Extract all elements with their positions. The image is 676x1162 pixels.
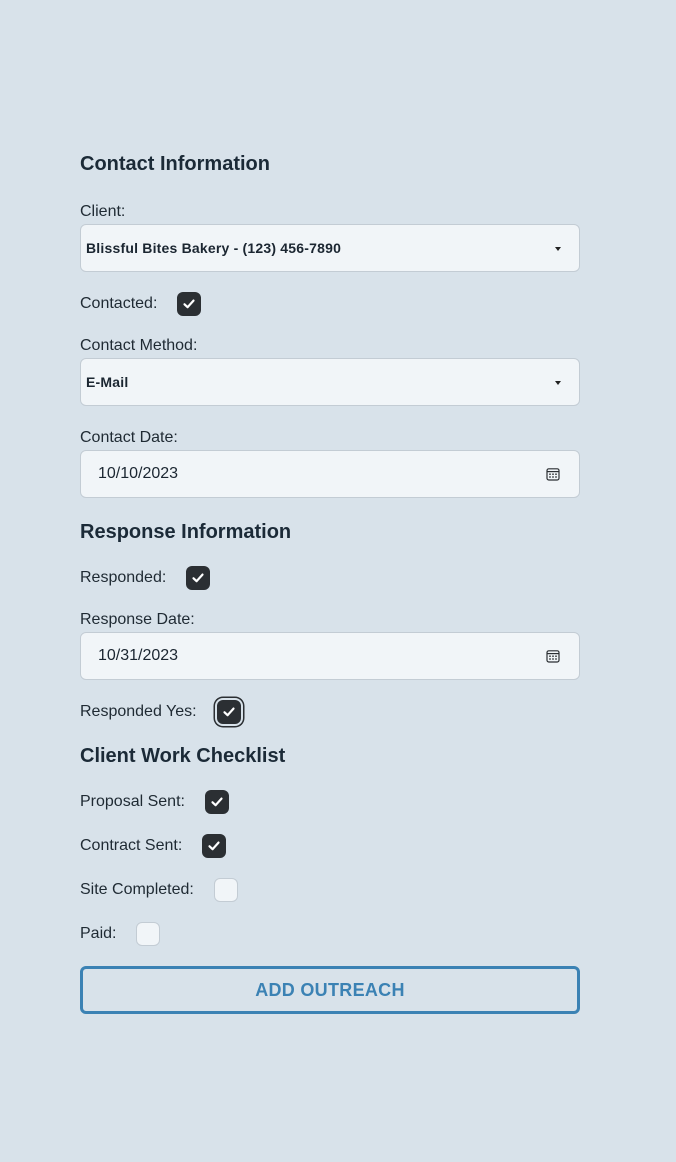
paid-row: Paid: (80, 922, 580, 946)
checklist-section-title: Client Work Checklist (80, 745, 286, 767)
responded-label: Responded: (80, 569, 167, 586)
client-select[interactable]: Blissful Bites Bakery - (123) 456-7890 (80, 224, 580, 272)
client-label: Client: (80, 203, 126, 220)
responded-yes-label: Responded Yes: (80, 703, 197, 720)
checkmark-icon (183, 299, 195, 309)
response-date-label: Response Date: (80, 611, 195, 628)
response-date-input[interactable]: 10/31/2023 (80, 632, 580, 680)
contract-sent-label: Contract Sent: (80, 837, 183, 854)
contacted-checkbox[interactable] (177, 292, 202, 316)
add-outreach-button[interactable]: ADD OUTREACH (80, 966, 580, 1014)
contract-sent-row: Contract Sent: (80, 834, 580, 858)
checkmark-icon (222, 707, 235, 717)
contract-sent-checkbox[interactable] (202, 834, 227, 858)
responded-row: Responded: (80, 566, 580, 590)
response-section-title: Response Information (80, 521, 292, 543)
checkmark-icon (192, 573, 204, 583)
response-date-value: 10/31/2023 (98, 647, 179, 664)
contacted-label: Contacted: (80, 295, 158, 312)
checkmark-icon (208, 841, 220, 851)
contact-method-select[interactable]: E-Mail (80, 358, 580, 406)
contact-date-input[interactable]: 10/10/2023 (80, 450, 580, 498)
responded-yes-checkbox[interactable] (216, 700, 241, 724)
client-select-value: Blissful Bites Bakery - (123) 456-7890 (86, 240, 342, 256)
chevron-down-icon (555, 247, 561, 251)
site-completed-row: Site Completed: (80, 878, 580, 902)
calendar-icon[interactable] (546, 467, 560, 481)
checkmark-icon (211, 797, 223, 807)
calendar-icon[interactable] (546, 649, 560, 663)
outreach-form: Contact Information Client: Blissful Bit… (80, 150, 580, 1014)
contacted-row: Contacted: (80, 292, 580, 316)
site-completed-label: Site Completed: (80, 881, 194, 898)
proposal-sent-checkbox[interactable] (204, 790, 229, 814)
contact-date-value: 10/10/2023 (98, 465, 179, 482)
responded-yes-row: Responded Yes: (80, 700, 580, 724)
paid-checkbox[interactable] (136, 922, 161, 946)
proposal-sent-row: Proposal Sent: (80, 790, 580, 814)
contact-method-value: E-Mail (86, 374, 129, 390)
proposal-sent-label: Proposal Sent: (80, 793, 185, 810)
paid-label: Paid: (80, 925, 117, 942)
site-completed-checkbox[interactable] (213, 878, 238, 902)
contact-section-title: Contact Information (80, 153, 270, 175)
contact-date-label: Contact Date: (80, 429, 178, 446)
contact-method-label: Contact Method: (80, 337, 198, 354)
chevron-down-icon (555, 381, 561, 385)
responded-checkbox[interactable] (186, 566, 211, 590)
